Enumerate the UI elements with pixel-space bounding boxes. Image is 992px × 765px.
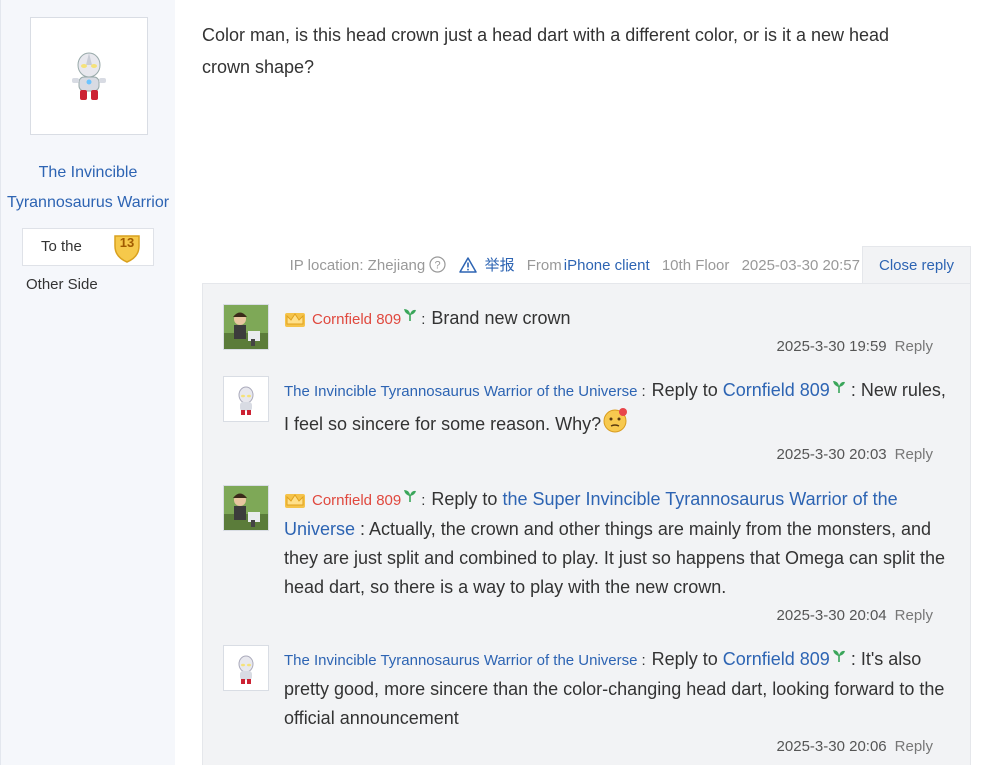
post-datetime: 2025-03-30 20:57 xyxy=(741,257,860,274)
client-link[interactable]: iPhone client xyxy=(564,257,650,274)
reply-time: 2025-3-30 20:03 xyxy=(776,446,887,463)
reply-item: Cornfield 809 : Brand new crown 2025-3-30… xyxy=(223,304,953,364)
reply-avatar[interactable] xyxy=(223,645,269,691)
reply-author[interactable]: Cornfield 809 xyxy=(312,311,401,328)
reply-item: The Invincible Tyrannosaurus Warrior of … xyxy=(223,376,953,472)
reply-meta: 2025-3-30 19:59 Reply xyxy=(777,338,933,355)
level-number: 13 xyxy=(119,235,135,250)
reply-colon: : xyxy=(421,311,426,328)
reply-colon: : xyxy=(641,652,646,669)
reply-meta: 2025-3-30 20:04 Reply xyxy=(777,607,933,624)
ultraman-avatar-icon xyxy=(224,646,268,690)
reply-text: : Actually, the crown and other things a… xyxy=(284,519,946,597)
reply-body: The Invincible Tyrannosaurus Warrior of … xyxy=(284,645,951,733)
reply-avatar[interactable] xyxy=(223,304,269,350)
reply-author[interactable]: The Invincible Tyrannosaurus Warrior of … xyxy=(284,652,638,669)
reply-body: The Invincible Tyrannosaurus Warrior of … xyxy=(284,376,951,439)
help-circle-icon[interactable]: ? xyxy=(429,256,447,273)
reply-time: 2025-3-30 20:06 xyxy=(776,738,887,755)
reply-time: 2025-3-30 19:59 xyxy=(776,338,887,355)
reply-button[interactable]: Reply xyxy=(895,446,933,463)
crown-icon xyxy=(285,313,305,327)
reply-meta: 2025-3-30 20:03 Reply xyxy=(777,446,933,463)
reply-author[interactable]: The Invincible Tyrannosaurus Warrior of … xyxy=(284,383,638,400)
ultraman-avatar-icon xyxy=(224,377,268,421)
reply-meta: 2025-3-30 20:06 Reply xyxy=(777,738,933,755)
ultraman-avatar-icon xyxy=(72,52,106,100)
reply-body: Cornfield 809 : Reply to the Super Invinc… xyxy=(284,485,951,602)
post-body: Color man, is this head crown just a hea… xyxy=(202,25,890,77)
thinking-emoji-icon xyxy=(603,408,628,433)
crown-icon xyxy=(285,494,305,508)
report-label: 举报 xyxy=(484,257,515,274)
reply-colon: : xyxy=(421,492,426,509)
reply-item: The Invincible Tyrannosaurus Warrior of … xyxy=(223,645,953,765)
reply-author[interactable]: Cornfield 809 xyxy=(312,492,401,509)
author-sidebar: The Invincible Tyrannosaurus Warrior To … xyxy=(0,0,175,765)
sprout-icon xyxy=(404,309,417,321)
cornfield-avatar-icon xyxy=(224,486,268,530)
reply-avatar[interactable] xyxy=(223,376,269,422)
author-username[interactable]: The Invincible Tyrannosaurus Warrior xyxy=(1,158,175,218)
reply-to-label: Reply to xyxy=(651,380,718,400)
sprout-icon xyxy=(832,381,845,393)
svg-text:?: ? xyxy=(435,260,441,272)
reply-colon: : xyxy=(641,383,646,400)
sprout-icon xyxy=(832,650,845,662)
level-badge-text: To the xyxy=(41,238,82,255)
reply-time: 2025-3-30 20:04 xyxy=(776,607,887,624)
reply-button[interactable]: Reply xyxy=(895,607,933,624)
report-link[interactable]: 举报 xyxy=(458,257,519,274)
sprout-icon xyxy=(404,490,417,502)
reply-target[interactable]: Cornfield 809 xyxy=(723,649,830,669)
close-reply-button[interactable]: Close reply xyxy=(862,246,971,284)
reply-text: Brand new crown xyxy=(431,308,571,328)
reply-panel: Cornfield 809 : Brand new crown 2025-3-30… xyxy=(202,283,971,765)
reply-avatar[interactable] xyxy=(223,485,269,531)
warning-icon xyxy=(458,257,477,273)
floor-number: 10th Floor xyxy=(661,257,730,274)
cornfield-avatar-icon xyxy=(224,305,268,349)
reply-target[interactable]: Cornfield 809 xyxy=(723,380,830,400)
reply-item: Cornfield 809 : Reply to the Super Invinc… xyxy=(223,485,953,635)
ip-location: IP location: Zhejiang ? xyxy=(282,256,451,274)
reply-to-label: Reply to xyxy=(431,489,498,509)
reply-button[interactable]: Reply xyxy=(895,738,933,755)
reply-to-label: Reply to xyxy=(651,649,718,669)
reply-body: Cornfield 809 : Brand new crown xyxy=(284,304,951,334)
reply-button[interactable]: Reply xyxy=(895,338,933,355)
level-subtitle: Other Side xyxy=(26,276,98,293)
author-avatar[interactable] xyxy=(30,17,148,135)
post-meta-bar: IP location: Zhejiang ? 举报 From iPhone cl… xyxy=(0,254,860,276)
from-label: From xyxy=(526,257,562,274)
